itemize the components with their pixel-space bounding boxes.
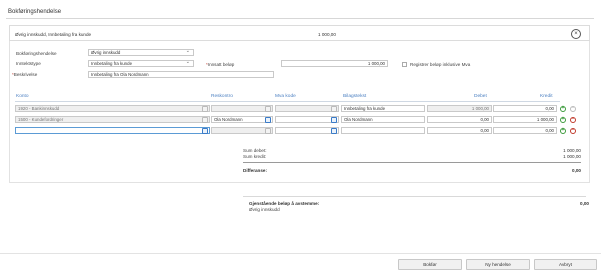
row1-credit-value: 0,00 [545, 106, 554, 111]
sum-credit-label: Sum kredit: [243, 154, 267, 159]
event-select-value: Øvrig innskudd [91, 50, 121, 55]
column-header-reskontro: Reskontro [211, 94, 233, 99]
footer-divider [0, 253, 601, 254]
type-select-value: Innbetaling fra kunde [91, 61, 133, 66]
row2-reskontro-input[interactable]: Ola Nordmann [211, 116, 273, 123]
table-header-divider [15, 101, 560, 102]
event-summary-bar [9, 25, 590, 41]
remaining-event-name: Øvrig innskudd [249, 207, 280, 212]
row2-account-lookup-icon[interactable] [202, 116, 208, 123]
row2-account-field[interactable]: 1500 - Kundefordringer [15, 116, 210, 123]
row2-voucher-text-input[interactable]: Ola Nordmann [341, 116, 425, 123]
description-input[interactable]: Innbetaling fra Ola Nordmann [88, 71, 274, 78]
page-title: Bokføringshendelse [8, 9, 62, 15]
row2-vat-lookup-icon[interactable] [331, 116, 337, 123]
row3-vat-input[interactable] [275, 127, 339, 134]
row2-account-value: 1500 - Kundefordringer [18, 117, 64, 122]
row3-account-input[interactable] [15, 127, 210, 134]
row3-debit-value: 0,00 [480, 128, 489, 133]
row3-remove-icon[interactable]: − [570, 127, 576, 134]
remaining-divider [243, 196, 586, 197]
row1-reskontro-field [211, 105, 273, 112]
amount-label-text: Innsatt beløp [207, 62, 235, 67]
row3-add-icon[interactable]: + [560, 127, 566, 134]
description-input-value: Innbetaling fra Ola Nordmann [91, 72, 149, 77]
row1-reskontro-lookup-icon [265, 105, 271, 112]
cancel-button[interactable]: Avbryt [534, 259, 597, 270]
row1-voucher-text-value: Innbetaling fra kunde [344, 106, 386, 111]
sum-debit-value: 1 000,00 [563, 148, 581, 153]
row3-account-lookup-icon[interactable] [202, 127, 208, 134]
row3-voucher-text-input[interactable] [341, 127, 425, 134]
row2-credit-value: 1 000,00 [536, 117, 554, 122]
event-summary-amount: 1 000,00 [318, 31, 336, 37]
row2-remove-icon[interactable]: − [570, 116, 576, 123]
row2-reskontro-lookup-icon[interactable] [265, 116, 271, 123]
row1-voucher-text-input[interactable]: Innbetaling fra kunde [341, 105, 425, 112]
title-divider [6, 18, 594, 19]
row1-account-value: 1920 - Bankinnskudd [18, 106, 60, 111]
row3-credit-input[interactable]: 0,00 [493, 127, 557, 134]
row1-credit-input[interactable]: 0,00 [493, 105, 557, 112]
vat-checkbox-label: Registrer beløp inklusive Mva [410, 62, 471, 67]
event-select[interactable]: Øvrig innskudd [88, 49, 194, 56]
column-header-voucher-text: Bilagstekst [343, 94, 367, 99]
row1-debit-input[interactable]: 1 000,00 [427, 105, 492, 112]
row1-account-field[interactable]: 1920 - Bankinnskudd [15, 105, 210, 112]
row2-vat-input[interactable] [275, 116, 339, 123]
event-label: Bokføringshendelse [16, 51, 57, 56]
row2-reskontro-value: Ola Nordmann [214, 117, 243, 122]
description-label-text: Beskrivelse [13, 72, 38, 77]
row1-account-lookup-icon[interactable] [202, 105, 208, 112]
row2-credit-input[interactable]: 1 000,00 [493, 116, 557, 123]
column-header-account: Konto [16, 94, 29, 99]
row2-debit-value: 0,00 [480, 117, 489, 122]
row3-debit-input[interactable]: 0,00 [427, 127, 492, 134]
amount-input[interactable]: 1 000,00 [281, 60, 388, 67]
amount-input-value: 1 000,00 [367, 61, 385, 66]
totals-divider [243, 162, 581, 163]
column-header-vat-code: Mva kode [275, 94, 296, 99]
sum-debit-label: Sum debet: [243, 148, 267, 153]
column-header-debit: Debet [474, 94, 487, 99]
row1-vat-lookup-icon [331, 105, 337, 112]
amount-label: *Innsatt beløp [206, 62, 235, 67]
new-event-button[interactable]: Ny hendelse [466, 259, 530, 270]
type-label: Inntektstype [16, 61, 41, 66]
row2-add-icon[interactable]: + [560, 116, 566, 123]
row3-reskontro-lookup-icon [265, 127, 271, 134]
close-icon[interactable]: × [571, 29, 581, 39]
type-select[interactable]: Innbetaling fra kunde [88, 60, 194, 67]
column-header-credit: Kredit [540, 94, 553, 99]
post-button[interactable]: Bokfør [398, 259, 462, 270]
remaining-value: 0,00 [580, 201, 589, 206]
row2-voucher-text-value: Ola Nordmann [344, 117, 373, 122]
difference-value: 0,00 [572, 168, 581, 173]
row3-credit-value: 0,00 [545, 128, 554, 133]
row1-vat-field [275, 105, 339, 112]
difference-label: Differanse: [243, 168, 267, 173]
remaining-label: Gjenstående beløp å avstemme: [249, 201, 320, 206]
description-label: *Beskrivelse [12, 72, 38, 77]
row1-remove-icon: − [570, 105, 576, 112]
row3-vat-lookup-icon[interactable] [331, 127, 337, 134]
row1-debit-value: 1 000,00 [471, 106, 489, 111]
row3-reskontro-field [211, 127, 273, 134]
row1-add-icon[interactable]: + [560, 105, 566, 112]
vat-checkbox[interactable] [402, 62, 407, 67]
sum-credit-value: 1 000,00 [563, 154, 581, 159]
row2-debit-input[interactable]: 0,00 [427, 116, 492, 123]
event-summary-text: Øvrig innskudd, Innbetaling fra kunde [15, 31, 92, 37]
